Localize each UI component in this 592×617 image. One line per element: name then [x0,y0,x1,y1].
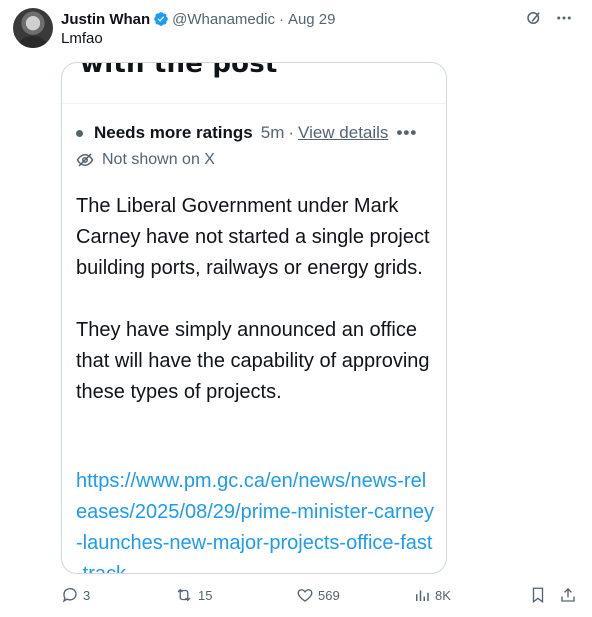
tweet-action-bar: 3 15 569 8K [61,586,581,606]
cropped-heading: with the post [80,62,278,79]
views-button[interactable]: 8K [413,586,451,604]
tweet-date[interactable]: Aug 29 [288,11,336,28]
note-more-icon: ••• [396,123,418,142]
reply-count: 3 [83,587,91,603]
more-options-icon[interactable] [554,8,574,28]
note-paragraph-1: The Liberal Government under Mark Carney… [76,195,430,279]
reply-icon [62,587,77,603]
reply-button[interactable]: 3 [61,586,90,604]
note-status: Needs more ratings [94,123,253,142]
status-dot-icon [76,129,83,137]
grok-icon[interactable] [524,8,544,28]
like-count: 569 [318,587,340,603]
like-button[interactable]: 569 [296,586,340,604]
author-handle[interactable]: @Whanamedic [172,11,275,28]
note-source-link: https://www.pm.gc.ca/en/news/news-releas… [76,470,434,574]
share-icon [561,588,575,602]
tweet-top-actions [524,8,574,28]
not-shown-label: Not shown on X [76,151,215,169]
tweet-text: Lmfao [61,30,103,47]
bookmark-button[interactable] [529,586,547,604]
note-time: 5m [260,123,285,142]
author-name[interactable]: Justin Whan [61,11,150,28]
community-note-status: Needs more ratings 5m · View details ••• [76,123,417,143]
views-count: 8K [435,587,451,603]
header-separator: · [278,10,284,28]
tweet-header: Justin Whan @Whanamedic · Aug 29 [61,9,336,29]
view-details-link: View details [298,123,389,142]
repost-count: 15 [198,587,213,603]
note-body: The Liberal Government under Mark Carney… [76,191,436,408]
heart-icon [297,589,313,602]
verified-badge-icon [153,11,169,27]
note-paragraph-2: They have simply announced an office tha… [76,319,430,403]
analytics-icon [416,590,429,601]
repost-icon [177,588,191,602]
note-separator: · [288,123,295,142]
repost-button[interactable]: 15 [174,586,212,604]
not-shown-text: Not shown on X [102,151,215,168]
share-button[interactable] [559,586,577,604]
eye-off-icon [76,153,94,167]
avatar[interactable] [13,8,53,48]
media-divider [62,103,446,104]
media-image[interactable]: with the post Needs more ratings 5m · Vi… [61,62,447,574]
bookmark-icon [532,587,544,604]
